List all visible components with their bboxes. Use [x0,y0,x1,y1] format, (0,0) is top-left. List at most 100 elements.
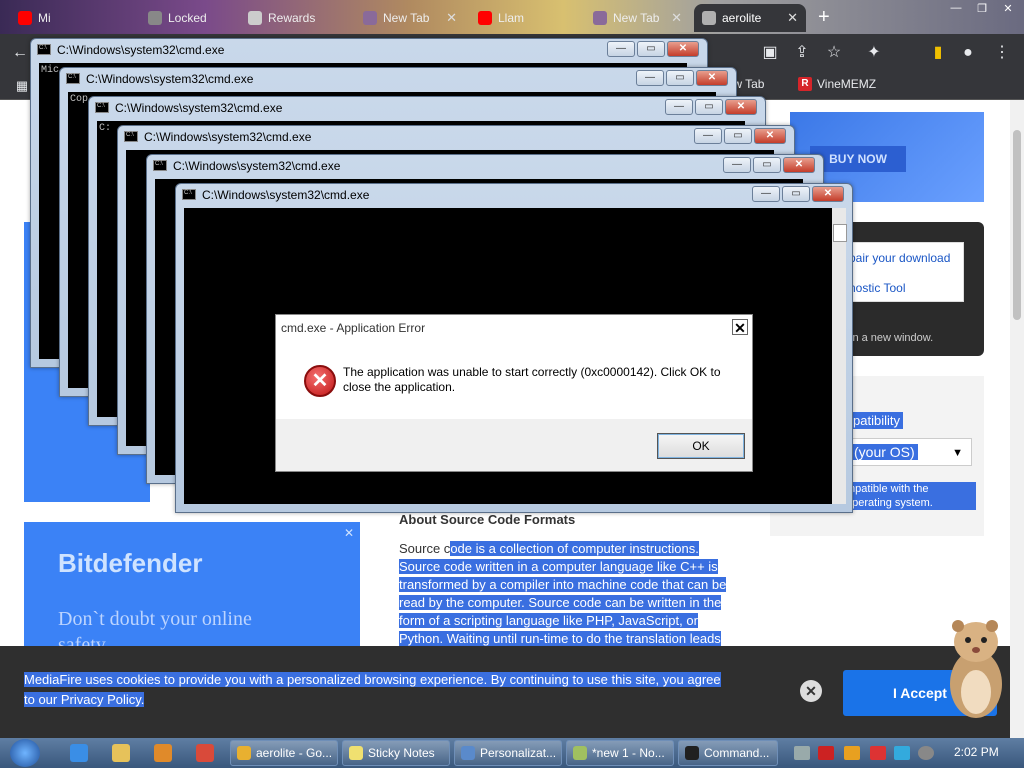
buy-now-button[interactable]: BUY NOW [810,146,906,172]
minimize-button[interactable]: — [752,186,780,202]
close-icon[interactable]: ✕ [671,10,682,26]
taskbar-command[interactable]: Command... [678,740,778,766]
cmd-window-controls: — ▭ ✕ [752,186,844,202]
tab-youtube-2[interactable]: Llam [470,4,582,32]
tray-icon[interactable] [818,746,834,760]
tab-new-tab-1[interactable]: New Tab ✕ [355,4,465,32]
sticky-notes-icon [349,746,363,760]
window-controls: — ❐ ✕ [944,2,1020,18]
ad-close-icon[interactable]: ✕ [344,526,354,540]
cmd-icon [685,746,699,760]
volume-icon[interactable] [918,746,934,760]
maximize-button[interactable]: ▭ [782,186,810,202]
tab-youtube-1[interactable]: Mi [10,4,140,32]
dialog-message: The application was unable to start corr… [343,365,721,394]
cmd-icon [95,102,109,113]
maximize-button[interactable]: ▭ [666,70,694,86]
taskbar-aerolite[interactable]: aerolite - Go... [230,740,338,766]
new-window-note: in a new window. [850,332,934,344]
vinememz-icon: R [798,77,812,91]
cmd-title: C:\Windows\system32\cmd.exe [86,72,254,86]
about-paragraph: Source code is a collection of computer … [399,541,727,646]
bookmark-vinememz[interactable]: R VineMEMZ [798,77,876,91]
windows-taskbar: aerolite - Go... Sticky Notes Personaliz… [0,738,1024,768]
ok-button[interactable]: OK [657,433,745,459]
sidebar-icon[interactable]: ▮ [928,43,948,63]
close-button[interactable]: ✕ [754,128,786,144]
tray-icon[interactable] [844,746,860,760]
menu-icon[interactable]: ⋮ [992,43,1012,63]
hamster-mascot[interactable] [942,612,1008,722]
close-button[interactable]: ✕ [812,186,844,202]
new-tab-button[interactable]: + [818,6,830,29]
close-icon[interactable]: ✕ [996,2,1020,18]
tab-rewards[interactable]: Rewards [240,4,350,32]
flag-icon[interactable] [870,746,886,760]
page-scrollbar[interactable] [1010,100,1024,738]
dialog-close-button[interactable]: ✕ [732,319,748,336]
minimize-button[interactable]: — [694,128,722,144]
youtube-icon [18,11,32,25]
media-player-icon[interactable] [154,744,172,762]
maximize-button[interactable]: ▭ [637,41,665,57]
close-icon[interactable]: ✕ [787,10,798,26]
cmd-window-controls: — ▭ ✕ [636,70,728,86]
cookie-close-button[interactable]: ✕ [800,680,822,702]
network-icon[interactable] [894,746,910,760]
cmd-title: C:\Windows\system32\cmd.exe [202,188,370,202]
taskbar-notepad[interactable]: *new 1 - No... [566,740,674,766]
close-button[interactable]: ✕ [667,41,699,57]
maximize-button[interactable]: ▭ [753,157,781,173]
page-icon [248,11,262,25]
close-button[interactable]: ✕ [783,157,815,173]
cmd-title: C:\Windows\system32\cmd.exe [115,101,283,115]
star-icon[interactable]: ☆ [824,43,844,63]
start-button[interactable] [10,739,40,767]
back-arrow-icon[interactable]: ← [10,43,30,63]
tab-locked[interactable]: Locked [140,4,236,32]
taskbar-personalization[interactable]: Personalizat... [454,740,562,766]
dropdown-arrow-icon: ▼ [952,447,963,459]
cmd-title: C:\Windows\system32\cmd.exe [144,130,312,144]
minimize-button[interactable]: — [607,41,635,57]
ie-icon[interactable] [70,744,88,762]
share-icon[interactable]: ⇪ [792,43,812,63]
cmd-scrollbar[interactable] [832,208,847,504]
minimize-icon[interactable]: — [944,2,968,18]
minimize-button[interactable]: — [636,70,664,86]
clock[interactable]: 2:02 PM [954,745,999,759]
application-error-dialog: cmd.exe - Application Error ✕ ✕ The appl… [275,314,753,472]
paint-icon[interactable] [196,744,214,762]
minimize-button[interactable]: — [723,157,751,173]
folder-icon[interactable] [112,744,130,762]
close-button[interactable]: ✕ [725,99,757,115]
repair-download-link[interactable]: pair your download [849,251,950,265]
cast-icon[interactable]: ▣ [760,43,780,63]
dialog-title: cmd.exe - Application Error [281,321,426,335]
minimize-button[interactable]: — [665,99,693,115]
cmd-window-controls: — ▭ ✕ [665,99,757,115]
maximize-button[interactable]: ▭ [724,128,752,144]
extensions-icon[interactable]: ✦ [864,43,884,63]
personalization-icon [461,746,475,760]
taskbar-sticky-notes[interactable]: Sticky Notes [342,740,450,766]
close-icon[interactable]: ✕ [446,10,457,26]
cookie-banner: MediaFire uses cookies to provide you wi… [0,646,1010,738]
close-button[interactable]: ✕ [696,70,728,86]
scroll-thumb[interactable] [1013,130,1021,320]
about-heading: About Source Code Formats [399,512,576,527]
page-icon [702,11,716,25]
restore-icon[interactable]: ❐ [970,2,994,18]
briefcase-icon[interactable]: ▦ [12,76,32,96]
tray-icon[interactable] [794,746,810,760]
profile-icon[interactable]: ● [958,43,978,63]
page-icon [148,11,162,25]
maximize-button[interactable]: ▭ [695,99,723,115]
os-select[interactable]: (your OS) ▼ [844,438,972,466]
cmd-icon [182,189,196,200]
tab-aerolite[interactable]: aerolite ✕ [694,4,806,32]
tab-new-tab-2[interactable]: New Tab ✕ [585,4,690,32]
newtab-icon [593,11,607,25]
diagnostic-tool-link[interactable]: nostic Tool [849,281,905,295]
cmd-icon [153,160,167,171]
